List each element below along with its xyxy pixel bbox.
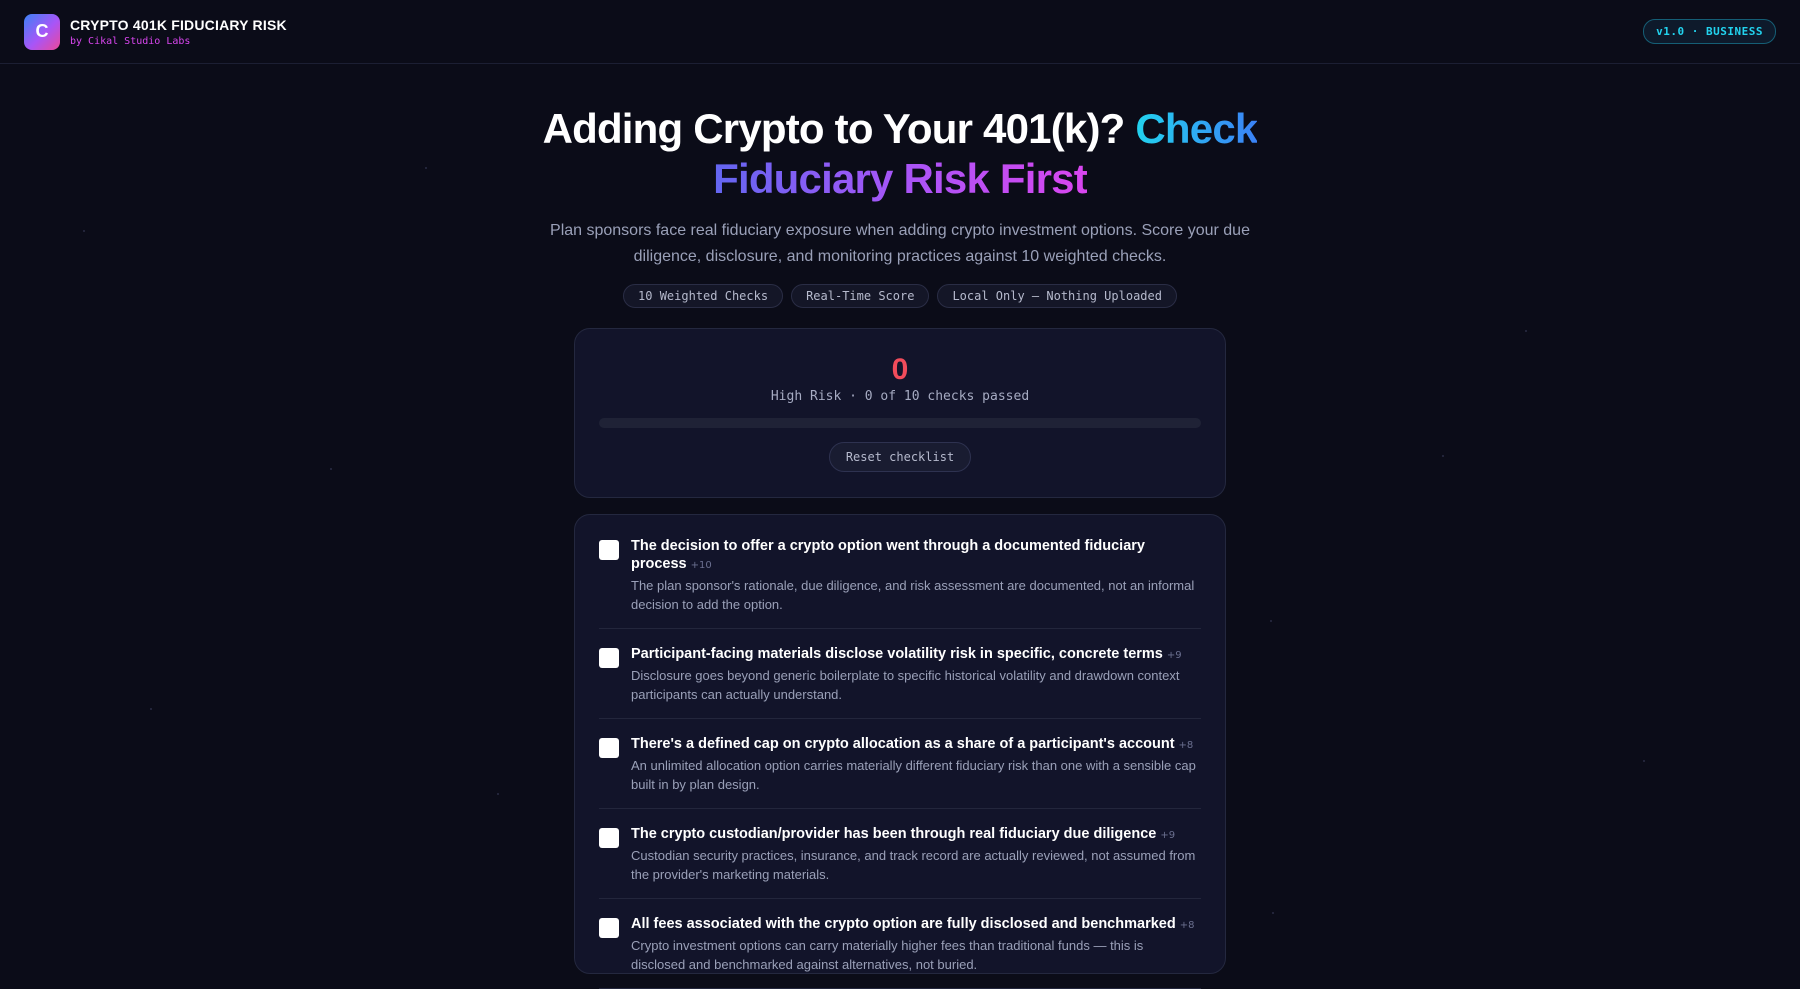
- check-item[interactable]: There's a defined cap on crypto allocati…: [599, 735, 1201, 809]
- check-title: There's a defined cap on crypto allocati…: [631, 735, 1201, 755]
- check-title-text: There's a defined cap on crypto allocati…: [631, 736, 1175, 752]
- version-badge: v1.0 · BUSINESS: [1643, 19, 1776, 44]
- check-weight: +8: [1178, 740, 1194, 751]
- check-description: Custodian security practices, insurance,…: [631, 848, 1196, 882]
- check-title-text: All fees associated with the crypto opti…: [631, 916, 1176, 932]
- app-logo: C: [24, 13, 60, 50]
- reset-checklist-button[interactable]: Reset checklist: [828, 442, 972, 472]
- page-description: Plan sponsors face real fiduciary exposu…: [550, 222, 1250, 265]
- check-description: Crypto investment options can carry mate…: [631, 938, 1144, 972]
- risk-score-value: 0: [891, 353, 909, 386]
- checklist: The decision to offer a crypto option we…: [574, 514, 1226, 989]
- check-item[interactable]: The decision to offer a crypto option we…: [599, 537, 1201, 629]
- check-title: The crypto custodian/provider has been t…: [631, 825, 1201, 845]
- check-title-text: Participant-facing materials disclose vo…: [631, 646, 1163, 662]
- check-checkbox[interactable]: [599, 540, 619, 560]
- title-accent-fiduciary: Fiduciary Risk First: [713, 155, 1088, 202]
- feature-pills: 10 Weighted Checks Real-Time Score Local…: [0, 284, 1800, 308]
- title-accent-check: Check: [1135, 105, 1258, 152]
- check-weight: +9: [1166, 650, 1182, 661]
- score-progress-bar: [599, 418, 1201, 428]
- check-checkbox[interactable]: [599, 828, 619, 848]
- check-checkbox[interactable]: [599, 738, 619, 758]
- check-description: Disclosure goes beyond generic boilerpla…: [631, 668, 1180, 702]
- check-item[interactable]: All fees associated with the crypto opti…: [599, 915, 1201, 989]
- check-weight: +10: [690, 560, 712, 571]
- risk-score-label: High Risk · 0 of 10 checks passed: [770, 389, 1030, 404]
- check-item[interactable]: Participant-facing materials disclose vo…: [599, 645, 1201, 719]
- check-title: The decision to offer a crypto option we…: [631, 537, 1201, 575]
- check-checkbox[interactable]: [599, 648, 619, 668]
- check-title: All fees associated with the crypto opti…: [631, 915, 1201, 935]
- check-description: An unlimited allocation option carries m…: [631, 758, 1196, 792]
- check-weight: +9: [1160, 830, 1176, 841]
- page-title: Adding Crypto to Your 401(k)? Check Fidu…: [0, 104, 1800, 204]
- check-weight: +8: [1179, 920, 1195, 931]
- pill-real-time-score: Real-Time Score: [791, 284, 930, 308]
- check-checkbox[interactable]: [599, 918, 619, 938]
- check-title: Participant-facing materials disclose vo…: [631, 645, 1201, 665]
- app-subtitle: by Cikal Studio Labs: [70, 35, 191, 47]
- hero-section: Adding Crypto to Your 401(k)? Check Fidu…: [0, 104, 1800, 308]
- check-title-text: The crypto custodian/provider has been t…: [631, 826, 1157, 842]
- check-description: The plan sponsor's rationale, due dilige…: [631, 578, 1195, 612]
- score-card: 0 High Risk · 0 of 10 checks passed Rese…: [574, 328, 1226, 498]
- title-plain: Adding Crypto to Your 401(k)?: [542, 105, 1126, 152]
- brand[interactable]: C CRYPTO 401K FIDUCIARY RISK by Cikal St…: [24, 13, 287, 50]
- app-title: CRYPTO 401K FIDUCIARY RISK: [70, 16, 287, 33]
- pill-weighted-checks: 10 Weighted Checks: [623, 284, 784, 308]
- pill-local-only: Local Only — Nothing Uploaded: [937, 284, 1177, 308]
- top-bar: C CRYPTO 401K FIDUCIARY RISK by Cikal St…: [0, 0, 1800, 64]
- check-item[interactable]: The crypto custodian/provider has been t…: [599, 825, 1201, 899]
